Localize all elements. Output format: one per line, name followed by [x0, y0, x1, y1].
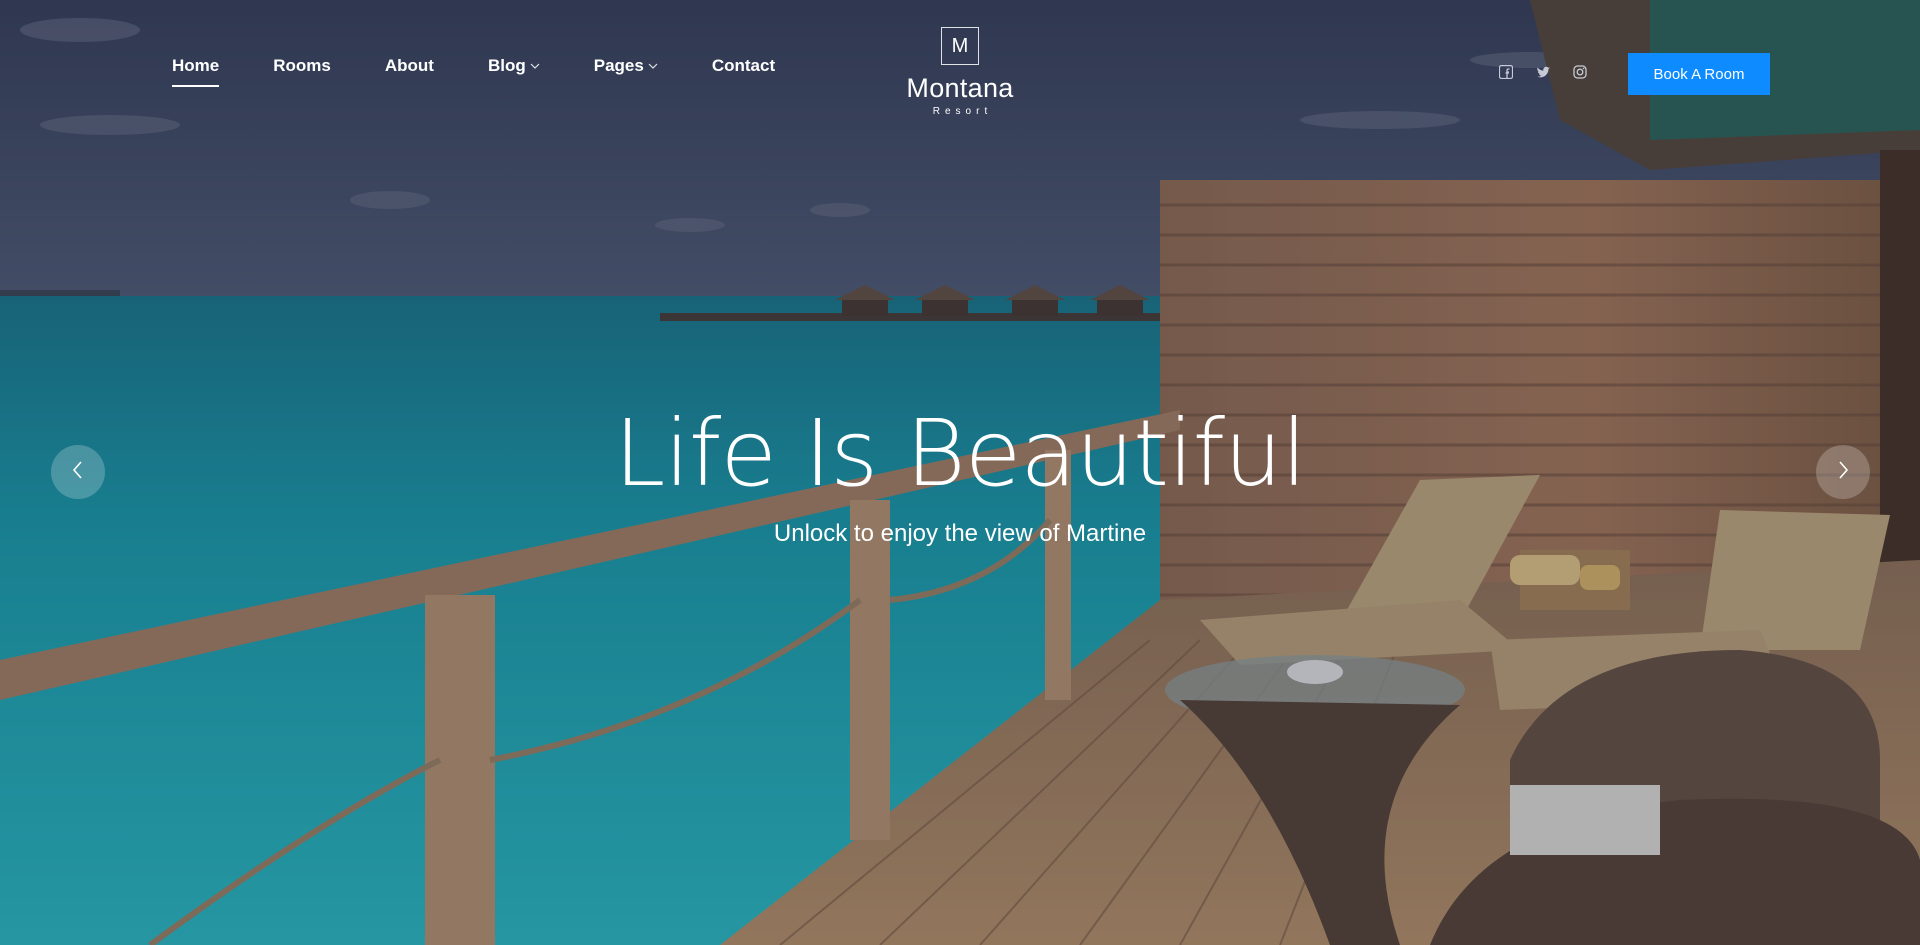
site-header: Home Rooms About Blog Pages Contact M Mo…	[0, 0, 1920, 120]
nav-item-contact[interactable]: Contact	[712, 56, 775, 76]
logo-letter: M	[951, 34, 969, 57]
social-links	[1498, 64, 1609, 80]
logo-name: Montana	[906, 73, 1014, 103]
facebook-icon[interactable]	[1498, 64, 1514, 80]
nav-item-label: Rooms	[273, 56, 331, 75]
site-logo[interactable]: M Montana Resort	[905, 27, 1015, 117]
logo-mark: M	[941, 27, 979, 65]
hero-subtitle: Unlock to enjoy the view of Martine	[773, 520, 1147, 547]
chevron-down-icon	[530, 61, 540, 74]
main-nav: Home Rooms About Blog Pages Contact	[172, 56, 829, 87]
slider-prev-button[interactable]	[51, 445, 105, 499]
nav-item-label: Blog	[487, 56, 526, 75]
nav-item-label: Home	[172, 56, 220, 75]
chevron-right-icon	[1836, 460, 1850, 485]
logo-subtitle: Resort	[932, 106, 993, 117]
chevron-left-icon	[71, 460, 85, 485]
instagram-icon[interactable]	[1572, 64, 1588, 80]
nav-item-home[interactable]: Home	[172, 56, 220, 87]
slider-next-button[interactable]	[1816, 445, 1870, 499]
nav-item-label: Pages	[593, 56, 644, 75]
nav-item-rooms[interactable]: Rooms	[273, 56, 331, 76]
chevron-down-icon	[648, 61, 658, 74]
hero-title: Life Is Beautiful	[614, 400, 1307, 507]
nav-item-pages[interactable]: Pages	[594, 56, 658, 76]
book-a-room-button[interactable]: Book A Room	[1628, 53, 1770, 95]
twitter-icon[interactable]	[1535, 64, 1551, 80]
nav-item-about[interactable]: About	[385, 56, 434, 76]
nav-item-label: Contact	[711, 56, 776, 75]
nav-item-label: About	[384, 56, 434, 75]
nav-item-blog[interactable]: Blog	[488, 56, 540, 76]
